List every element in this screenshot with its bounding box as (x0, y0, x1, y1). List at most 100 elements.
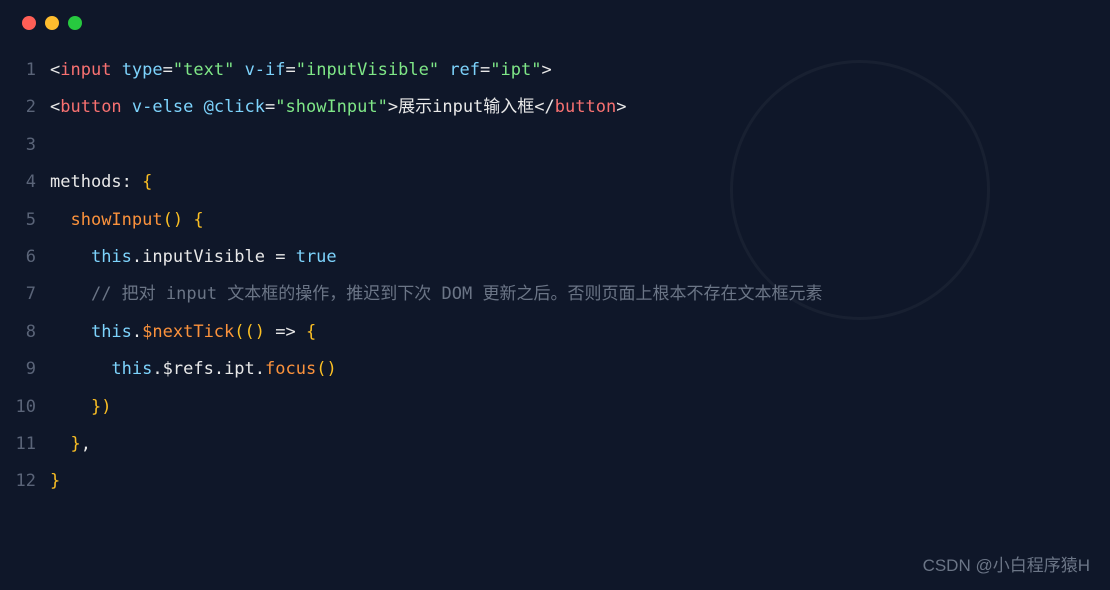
code-token: { (142, 172, 152, 192)
code-token: . (152, 359, 162, 379)
code-token: this (91, 322, 132, 342)
line-content[interactable]: this.inputVisible = true (50, 239, 337, 276)
line-content[interactable]: methods: { (50, 164, 152, 201)
code-token: "ipt" (490, 60, 541, 80)
line-number: 9 (0, 351, 50, 388)
line-content[interactable]: }, (50, 426, 91, 463)
code-token: > (541, 60, 551, 80)
code-token (193, 97, 203, 117)
line-content[interactable]: } (50, 463, 60, 500)
code-line[interactable]: 10 }) (0, 389, 1110, 426)
close-icon[interactable] (22, 16, 36, 30)
code-token: => (265, 322, 306, 342)
line-number: 7 (0, 276, 50, 313)
code-token: ref (449, 60, 480, 80)
window-controls (0, 0, 1110, 30)
code-token: . (255, 359, 265, 379)
code-token: . (214, 359, 224, 379)
line-content[interactable]: showInput() { (50, 202, 204, 239)
code-token (50, 210, 70, 230)
code-token: = (163, 60, 173, 80)
code-token: v-else (132, 97, 193, 117)
line-number: 10 (0, 389, 50, 426)
line-number: 3 (0, 127, 50, 164)
code-token: (( (234, 322, 254, 342)
maximize-icon[interactable] (68, 16, 82, 30)
code-token: () (316, 359, 336, 379)
code-token (50, 397, 91, 417)
code-token: = (480, 60, 490, 80)
code-token: ipt (224, 359, 255, 379)
code-token: } (50, 471, 60, 491)
code-token: = (265, 97, 275, 117)
code-token: "showInput" (275, 97, 388, 117)
line-number: 11 (0, 426, 50, 463)
code-line[interactable]: 8 this.$nextTick(() => { (0, 314, 1110, 351)
code-token (234, 60, 244, 80)
line-number: 8 (0, 314, 50, 351)
code-line[interactable]: 1<input type="text" v-if="inputVisible" … (0, 52, 1110, 89)
code-token: () (163, 210, 183, 230)
code-token: < (50, 97, 60, 117)
code-token (50, 284, 91, 304)
line-number: 6 (0, 239, 50, 276)
code-token: }) (91, 397, 111, 417)
code-token: button (60, 97, 121, 117)
code-token: </ (534, 97, 554, 117)
line-content[interactable]: <button v-else @click="showInput">展示inpu… (50, 89, 626, 126)
code-token: v-if (245, 60, 286, 80)
code-line[interactable]: 7 // 把对 input 文本框的操作，推迟到下次 DOM 更新之后。否则页面… (0, 276, 1110, 313)
line-number: 2 (0, 89, 50, 126)
code-token: } (70, 434, 80, 454)
code-line[interactable]: 6 this.inputVisible = true (0, 239, 1110, 276)
code-line[interactable]: 2<button v-else @click="showInput">展示inp… (0, 89, 1110, 126)
code-token: = (265, 247, 296, 267)
code-line[interactable]: 4methods: { (0, 164, 1110, 201)
line-number: 1 (0, 52, 50, 89)
code-token: "text" (173, 60, 234, 80)
code-token: type (122, 60, 163, 80)
code-token (439, 60, 449, 80)
code-line[interactable]: 5 showInput() { (0, 202, 1110, 239)
code-token (50, 322, 91, 342)
code-token: @click (204, 97, 265, 117)
code-line[interactable]: 12} (0, 463, 1110, 500)
watermark-text: CSDN @小白程序猿H (923, 551, 1090, 576)
code-token: > (388, 97, 398, 117)
code-token: > (616, 97, 626, 117)
code-token: = (286, 60, 296, 80)
code-token: showInput (70, 210, 162, 230)
code-token: inputVisible (142, 247, 265, 267)
code-token: input (60, 60, 111, 80)
code-token (111, 60, 121, 80)
line-number: 5 (0, 202, 50, 239)
line-content[interactable]: <input type="text" v-if="inputVisible" r… (50, 52, 552, 89)
code-line[interactable]: 3 (0, 127, 1110, 164)
line-number: 4 (0, 164, 50, 201)
code-token (50, 247, 91, 267)
code-token (132, 172, 142, 192)
minimize-icon[interactable] (45, 16, 59, 30)
line-content[interactable]: // 把对 input 文本框的操作，推迟到下次 DOM 更新之后。否则页面上根… (50, 276, 822, 313)
code-token: $refs (163, 359, 214, 379)
code-token: . (132, 322, 142, 342)
code-token: . (132, 247, 142, 267)
line-number: 12 (0, 463, 50, 500)
code-editor[interactable]: 1<input type="text" v-if="inputVisible" … (0, 30, 1110, 501)
line-content[interactable]: }) (50, 389, 111, 426)
code-token: true (296, 247, 337, 267)
code-line[interactable]: 11 }, (0, 426, 1110, 463)
code-token: button (555, 97, 616, 117)
code-token: { (306, 322, 316, 342)
code-token: // 把对 input 文本框的操作，推迟到下次 DOM 更新之后。否则页面上根… (91, 284, 823, 304)
line-content[interactable]: this.$nextTick(() => { (50, 314, 316, 351)
code-token: $nextTick (142, 322, 234, 342)
code-token: "inputVisible" (296, 60, 439, 80)
code-token: { (193, 210, 203, 230)
code-token (50, 359, 111, 379)
line-content[interactable]: this.$refs.ipt.focus() (50, 351, 337, 388)
code-token: < (50, 60, 60, 80)
code-token: ) (255, 322, 265, 342)
code-line[interactable]: 9 this.$refs.ipt.focus() (0, 351, 1110, 388)
code-token (122, 97, 132, 117)
